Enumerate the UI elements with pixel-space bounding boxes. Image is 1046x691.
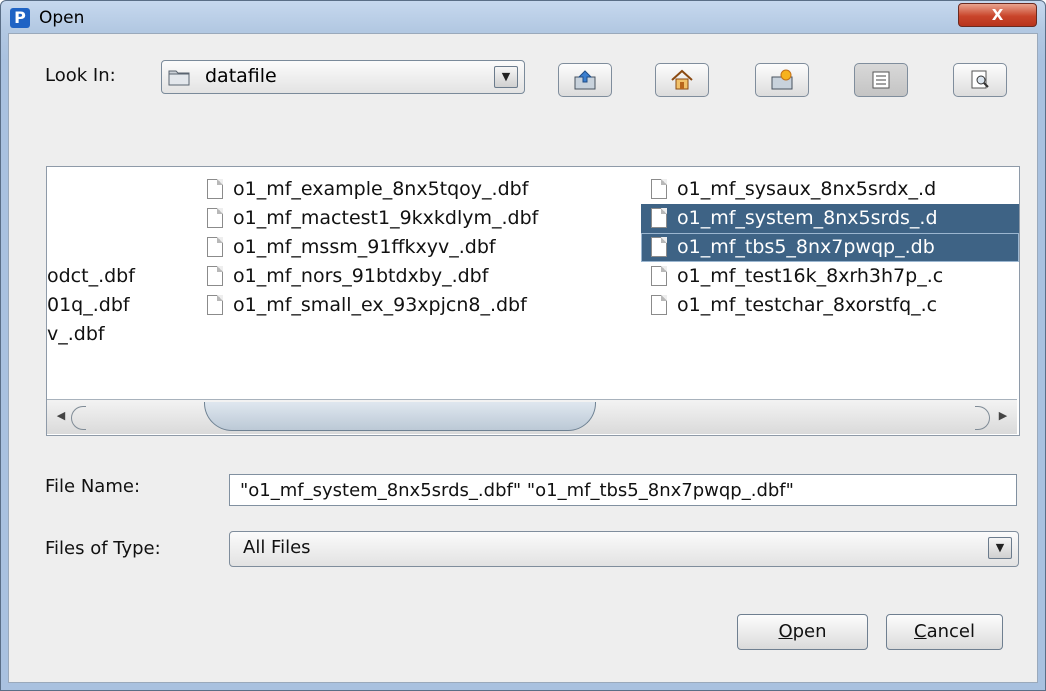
file-icon bbox=[207, 295, 223, 315]
home-icon bbox=[671, 69, 693, 90]
file-icon bbox=[651, 295, 667, 315]
file-icon bbox=[651, 237, 667, 257]
list-item-selected[interactable]: o1_mf_system_8nx5srds_.d bbox=[641, 204, 1019, 233]
new-folder-icon bbox=[771, 69, 793, 90]
list-item[interactable]: o1_mf_example_8nx5tqoy_.dbf bbox=[207, 175, 528, 204]
list-item[interactable]: o1_mf_nors_91btdxby_.dbf bbox=[207, 262, 488, 291]
list-item[interactable]: o1_mf_test16k_8xrh3h7p_.c bbox=[651, 262, 943, 291]
new-folder-button[interactable] bbox=[755, 63, 809, 97]
details-view-icon bbox=[971, 70, 989, 89]
file-icon bbox=[207, 179, 223, 199]
chevron-down-icon[interactable]: ▼ bbox=[494, 66, 518, 88]
file-icon bbox=[207, 208, 223, 228]
file-name-label: File Name: bbox=[45, 476, 141, 497]
list-item[interactable]: o1_mf_sysaux_8nx5srdx_.d bbox=[651, 175, 936, 204]
file-icon bbox=[651, 179, 667, 199]
dialog-title: Open bbox=[39, 8, 85, 28]
look-in-combo[interactable]: datafile ▼ bbox=[161, 60, 525, 94]
files-of-type-label: Files of Type: bbox=[45, 538, 161, 559]
folder-icon bbox=[168, 70, 190, 86]
open-button[interactable]: Open bbox=[737, 614, 868, 650]
details-view-button[interactable] bbox=[953, 63, 1007, 97]
files-of-type-value: All Files bbox=[243, 537, 311, 558]
list-item[interactable]: o1_mf_mssm_91ffkxyv_.dbf bbox=[207, 233, 496, 262]
list-item-selected[interactable]: o1_mf_tbs5_8nx7pwqp_.db bbox=[641, 233, 1019, 262]
file-name-input[interactable]: "o1_mf_system_8nx5srds_.dbf" "o1_mf_tbs5… bbox=[229, 474, 1017, 506]
chevron-down-icon[interactable]: ▼ bbox=[988, 537, 1012, 559]
files-of-type-combo[interactable]: All Files ▼ bbox=[229, 531, 1019, 567]
scroll-left-icon[interactable]: ◀ bbox=[51, 405, 71, 427]
app-logo-icon: P bbox=[10, 8, 30, 28]
look-in-value: datafile bbox=[205, 65, 277, 87]
list-view-icon bbox=[872, 71, 890, 89]
list-item[interactable]: o1_mf_small_ex_93xpjcn8_.dbf bbox=[207, 291, 527, 320]
list-item[interactable]: o1_mf_testchar_8xorstfq_.c bbox=[651, 291, 937, 320]
list-view-button[interactable] bbox=[854, 63, 908, 97]
list-item[interactable]: 01q_.dbf bbox=[47, 291, 130, 320]
home-button[interactable] bbox=[655, 63, 709, 97]
scroll-right-icon[interactable]: ▶ bbox=[993, 405, 1013, 427]
list-item[interactable]: v_.dbf bbox=[47, 320, 105, 349]
horizontal-scrollbar[interactable]: ◀ ▶ bbox=[47, 399, 1017, 434]
close-button[interactable]: X bbox=[958, 3, 1037, 27]
file-icon bbox=[207, 266, 223, 286]
cancel-button[interactable]: Cancel bbox=[886, 614, 1003, 650]
up-folder-icon bbox=[574, 70, 596, 90]
title-bar[interactable]: P Open X bbox=[1, 1, 1045, 33]
file-icon bbox=[651, 208, 667, 228]
list-item[interactable]: o1_mf_mactest1_9kxkdlym_.dbf bbox=[207, 204, 538, 233]
track-right-cap bbox=[975, 406, 990, 430]
list-item[interactable]: odct_.dbf bbox=[47, 262, 135, 291]
file-list[interactable]: odct_.dbf 01q_.dbf v_.dbf o1_mf_example_… bbox=[46, 166, 1020, 436]
up-one-level-button[interactable] bbox=[558, 63, 612, 97]
look-in-label: Look In: bbox=[45, 65, 116, 86]
track-left-cap bbox=[71, 406, 86, 430]
scrollbar-thumb[interactable] bbox=[204, 402, 596, 431]
file-icon bbox=[651, 266, 667, 286]
file-icon bbox=[207, 237, 223, 257]
